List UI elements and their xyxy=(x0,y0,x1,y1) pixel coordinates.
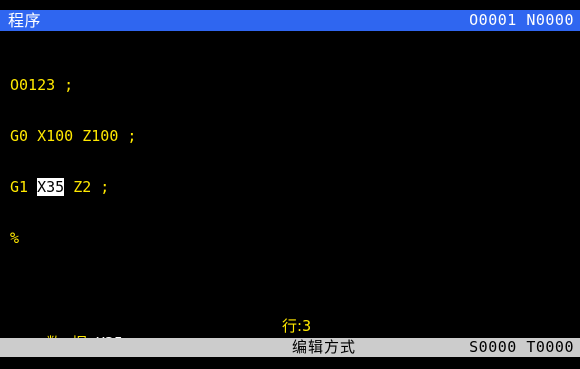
title-bar: 程序 O0001 N0000 xyxy=(0,10,580,31)
program-line-current[interactable]: G1 X35 Z2 ; xyxy=(10,178,136,196)
program-line-text: G0 X100 Z100 ; xyxy=(10,127,137,145)
row-label: 行: xyxy=(282,317,303,335)
edit-cursor[interactable]: X35 xyxy=(37,178,65,196)
program-end-line[interactable]: % xyxy=(10,230,136,247)
cnc-program-screen: 程序 O0001 N0000 O0123 ; G0 X100 Z100 ; G1… xyxy=(0,0,580,357)
status-bar: 编辑方式 S0000 T0000 xyxy=(0,338,580,357)
program-end-marker: % xyxy=(10,229,20,247)
operation-mode: 编辑方式 xyxy=(292,338,357,356)
screen-title: 程序 xyxy=(8,11,42,30)
program-line-text: Z2 ; xyxy=(64,178,110,196)
row-indicator: 行:3 xyxy=(282,318,311,335)
program-line-text: G1 xyxy=(10,178,38,196)
program-listing[interactable]: O0123 ; G0 X100 Z100 ; G1 X35 Z2 ; % xyxy=(10,43,136,281)
program-line-text: O0123 ; xyxy=(10,76,74,94)
program-line[interactable]: O0123 ; xyxy=(10,77,136,94)
program-line[interactable]: G0 X100 Z100 ; xyxy=(10,128,136,145)
row-number: 3 xyxy=(302,317,312,335)
spindle-tool-readout: S0000 T0000 xyxy=(469,338,574,356)
program-number: O0001 N0000 xyxy=(469,11,574,29)
